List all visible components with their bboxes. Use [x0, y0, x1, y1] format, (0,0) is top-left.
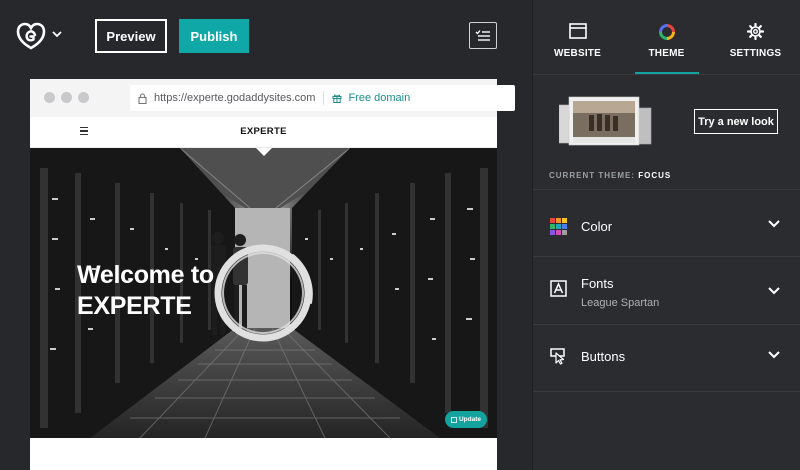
checklist-menu-button[interactable]: [469, 22, 497, 49]
page-content-area: [30, 438, 497, 470]
tab-label: WEBSITE: [554, 48, 601, 59]
accordion-label: Buttons: [581, 349, 626, 364]
active-tab-indicator: [635, 72, 699, 74]
checklist-icon: [475, 30, 490, 41]
color-palette-icon: [550, 218, 567, 235]
godaddy-logo-icon[interactable]: [16, 22, 46, 50]
font-icon: [550, 280, 567, 297]
chevron-down-icon: [768, 220, 780, 228]
tab-theme[interactable]: THEME: [622, 0, 711, 74]
current-theme-value: FOCUS: [638, 171, 672, 180]
current-theme-text: CURRENT THEME: FOCUS: [549, 171, 671, 180]
update-label: Update: [458, 416, 482, 423]
divider: [323, 91, 325, 105]
hero-title: Welcome to EXPERTE: [77, 260, 214, 322]
editor-toolbar: Preview Publish: [0, 0, 532, 74]
preview-button[interactable]: Preview: [95, 19, 167, 53]
accordion-label: Fonts: [581, 276, 614, 291]
window-dot: [78, 92, 89, 103]
image-icon: [451, 416, 457, 423]
lock-icon: [138, 92, 147, 104]
url-bar: https://experte.godaddysites.com Free do…: [130, 85, 515, 111]
publish-button[interactable]: Publish: [179, 19, 249, 53]
accordion-label: Color: [581, 219, 613, 234]
tab-label: THEME: [648, 48, 685, 59]
current-font-value: League Spartan: [581, 297, 660, 309]
accordion-color[interactable]: Color: [533, 190, 800, 257]
theme-panel: WEBSITE THEME SETTINGS CURRENT THEME: FO…: [532, 0, 800, 470]
tab-label: SETTINGS: [729, 48, 782, 59]
site-preview-browser: https://experte.godaddysites.com Free do…: [30, 79, 515, 470]
gear-icon: [747, 23, 764, 40]
tab-settings[interactable]: SETTINGS: [711, 0, 800, 74]
browser-window-icon: [568, 23, 587, 39]
color-wheel-icon: [658, 24, 675, 40]
accordion-buttons[interactable]: Buttons: [533, 325, 800, 392]
free-domain-label: Free domain: [348, 92, 411, 104]
window-dot: [61, 92, 72, 103]
site-title: EXPERTE: [240, 126, 287, 137]
hero-title-line-2: EXPERTE: [77, 292, 192, 320]
chevron-down-icon: [768, 351, 780, 359]
current-theme-label: CURRENT THEME:: [549, 171, 635, 180]
chevron-down-icon: [768, 287, 780, 295]
site-url: https://experte.godaddysites.com: [154, 92, 316, 104]
chevron-down-icon[interactable]: [51, 29, 63, 39]
gift-icon: [332, 94, 342, 103]
update-button[interactable]: Update: [445, 411, 487, 428]
browser-chrome: https://experte.godaddysites.com Free do…: [30, 79, 515, 117]
hero-title-line-1: Welcome to: [77, 261, 214, 289]
hero-section[interactable]: Welcome to EXPERTE Update: [30, 148, 497, 438]
site-header: EXPERTE: [30, 117, 497, 148]
panel-tabs: WEBSITE THEME SETTINGS: [533, 0, 800, 75]
free-domain-link[interactable]: Free domain: [332, 92, 410, 104]
button-cursor-icon: [550, 348, 565, 365]
theme-thumbnail-stack[interactable]: [559, 95, 653, 149]
tab-website[interactable]: WEBSITE: [533, 0, 622, 74]
accordion-fonts[interactable]: Fonts League Spartan: [533, 257, 800, 325]
try-new-look-button[interactable]: Try a new look: [694, 109, 778, 134]
window-dot: [44, 92, 55, 103]
nav-notch: [256, 148, 272, 156]
